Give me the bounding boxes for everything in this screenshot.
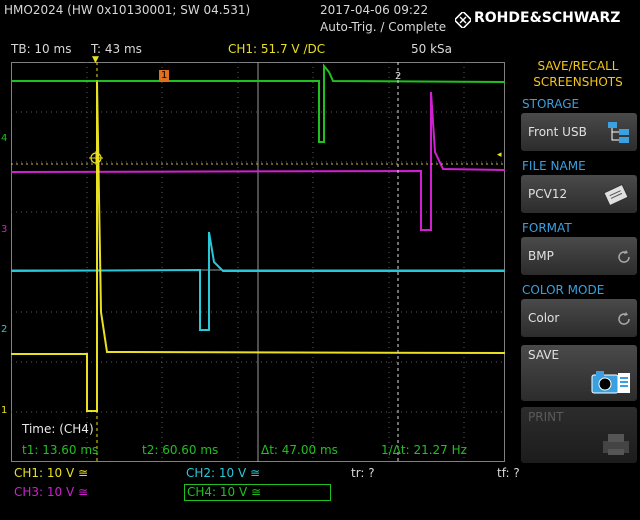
brand-name: ROHDE&SCHWARZ — [474, 10, 621, 26]
cursor-delta-t: Δt: 47.00 ms — [261, 443, 338, 457]
color-mode-value: Color — [528, 311, 560, 325]
format-button[interactable]: BMP — [521, 237, 637, 275]
trigger-time[interactable]: T: 43 ms — [91, 42, 142, 56]
ch3-offset-marker[interactable]: 3 — [1, 224, 7, 235]
fall-time: tf: ? — [497, 466, 520, 480]
save-button[interactable]: SAVE — [521, 345, 637, 401]
rotate-icon — [617, 311, 631, 330]
device-info: HMO2024 (HW 0x10130001; SW 04.531) — [4, 3, 251, 17]
rotate-icon — [617, 249, 631, 268]
storage-label: STORAGE — [522, 97, 580, 111]
cursor-t2: t2: 60.60 ms — [142, 443, 219, 457]
color-mode-button[interactable]: Color — [521, 299, 637, 337]
measurement-title: Time: (CH4) — [22, 422, 94, 436]
format-label: FORMAT — [522, 221, 572, 235]
trigger-position-marker: ▼ — [92, 55, 99, 65]
save-label: SAVE — [528, 348, 560, 362]
brand-logo-icon — [453, 10, 473, 32]
ch1-settings[interactable]: CH1: 10 V ≅ — [14, 466, 88, 480]
keyboard-edit-icon — [603, 182, 631, 212]
cursor1-label[interactable]: 1 — [159, 70, 170, 82]
cursor-inverse-delta-t: 1/Δt: 21.27 Hz — [381, 443, 467, 457]
color-mode-label: COLOR MODE — [522, 283, 605, 297]
folder-tree-icon — [607, 120, 631, 148]
storage-button[interactable]: Front USB — [521, 113, 637, 151]
format-value: BMP — [528, 249, 554, 263]
filename-label: FILE NAME — [522, 159, 586, 173]
sample-rate: 50 kSa — [411, 42, 453, 56]
waveform-display[interactable] — [11, 62, 505, 462]
trigger-status: Auto-Trig. / Complete — [320, 20, 447, 34]
filename-value: PCV12 — [528, 187, 568, 201]
cursor2-label[interactable]: 2 — [395, 71, 401, 82]
ch2-settings[interactable]: CH2: 10 V ≅ — [186, 466, 260, 480]
ch2-offset-marker[interactable]: 2 — [1, 324, 7, 335]
cursor-t1: t1: 13.60 ms — [22, 443, 99, 457]
print-label: PRINT — [528, 410, 564, 424]
filename-button[interactable]: PCV12 — [521, 175, 637, 213]
datetime: 2017-04-06 09:22 — [320, 3, 429, 17]
trigger-info[interactable]: CH1: 51.7 V ∕DC — [228, 42, 325, 56]
storage-value: Front USB — [528, 125, 587, 139]
rise-time: tr: ? — [351, 466, 375, 480]
ch4-offset-marker[interactable]: 4 — [1, 133, 7, 144]
ch4-settings[interactable]: CH4: 10 V ≅ — [184, 484, 331, 501]
print-button[interactable]: PRINT — [521, 407, 637, 463]
trigger-level-marker: ◂ — [497, 150, 502, 160]
printer-icon — [601, 431, 631, 461]
ch1-offset-marker[interactable]: 1 — [1, 405, 7, 416]
timebase[interactable]: TB: 10 ms — [11, 42, 71, 56]
camera-icon — [591, 369, 631, 399]
menu-title: SAVE/RECALL SCREENSHOTS — [533, 59, 623, 89]
ch3-settings[interactable]: CH3: 10 V ≅ — [14, 485, 88, 499]
